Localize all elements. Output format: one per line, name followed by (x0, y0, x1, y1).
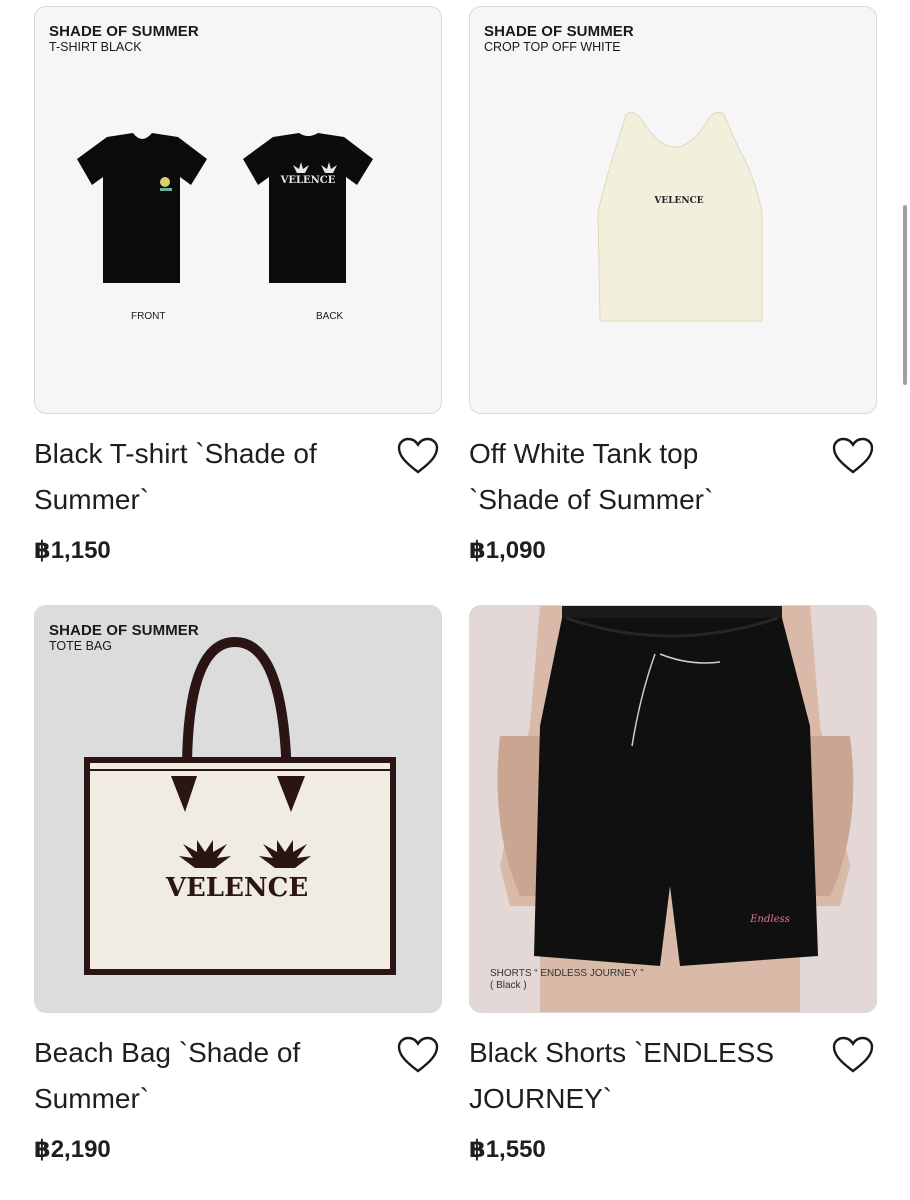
product-price: ฿1,090 (469, 537, 546, 564)
product-image[interactable]: SHADE OF SUMMER TOTE BAG VELENCE (34, 605, 442, 1013)
product-title-line: Summer` (34, 1083, 150, 1114)
product-title[interactable]: Off White Tank top `Shade of Summer` (469, 431, 809, 523)
product-title[interactable]: Beach Bag `Shade of Summer` (34, 1030, 374, 1122)
front-view-label: FRONT (131, 311, 166, 322)
product-title-line: Beach Bag `Shade of (34, 1037, 301, 1068)
product-title-line: Black T-shirt `Shade of (34, 438, 317, 469)
product-card[interactable]: SHADE OF SUMMER CROP TOP OFF WHITE VELEN… (469, 6, 877, 564)
svg-text:VELENCE: VELENCE (653, 196, 703, 206)
product-grid: SHADE OF SUMMER T-SHIRT BLACK VELENCE FR… (0, 0, 910, 1200)
brand-text: VELENCE (165, 873, 308, 903)
product-image[interactable]: SHADE OF SUMMER T-SHIRT BLACK VELENCE FR… (34, 6, 442, 414)
heart-outline-icon[interactable] (831, 1035, 875, 1075)
product-image[interactable]: SHADE OF SUMMER CROP TOP OFF WHITE VELEN… (469, 6, 877, 414)
product-title[interactable]: Black Shorts `ENDLESS JOURNEY` (469, 1030, 809, 1122)
heart-outline-icon[interactable] (396, 436, 440, 476)
product-card[interactable]: SHADE OF SUMMER T-SHIRT BLACK VELENCE FR… (34, 6, 442, 564)
shorts-caption-line: ( Black ) (490, 980, 527, 991)
scrollbar-thumb[interactable] (903, 205, 907, 385)
tank-top-illustration: VELENCE (597, 111, 763, 322)
product-title-line: Summer` (34, 484, 150, 515)
product-image[interactable]: Endless SHORTS “ ENDLESS JOURNEY ” ( Bla… (469, 605, 877, 1013)
product-title-line: Off White Tank top (469, 438, 699, 469)
product-price: ฿1,150 (34, 537, 111, 564)
shorts-caption: SHORTS “ ENDLESS JOURNEY ” ( Black ) (490, 968, 644, 992)
product-title-line: Black Shorts `ENDLESS (469, 1037, 774, 1068)
product-price: ฿2,190 (34, 1136, 111, 1163)
tote-bag-illustration: VELENCE (84, 636, 396, 975)
product-price: ฿1,550 (469, 1136, 546, 1163)
svg-text:Endless: Endless (749, 914, 790, 925)
product-title-line: `Shade of Summer` (469, 484, 714, 515)
product-title-line: JOURNEY` (469, 1083, 613, 1114)
heart-outline-icon[interactable] (396, 1035, 440, 1075)
product-card[interactable]: Endless SHORTS “ ENDLESS JOURNEY ” ( Bla… (469, 605, 877, 1163)
shorts-photo-illustration: Endless (497, 606, 854, 1012)
shorts-caption-line: SHORTS “ ENDLESS JOURNEY ” (490, 968, 644, 979)
tshirt-illustration: VELENCE (77, 133, 373, 283)
svg-text:VELENCE: VELENCE (280, 175, 336, 186)
product-title[interactable]: Black T-shirt `Shade of Summer` (34, 431, 374, 523)
heart-outline-icon[interactable] (831, 436, 875, 476)
back-view-label: BACK (316, 311, 344, 322)
product-card[interactable]: SHADE OF SUMMER TOTE BAG VELENCE Beach B… (34, 605, 442, 1163)
